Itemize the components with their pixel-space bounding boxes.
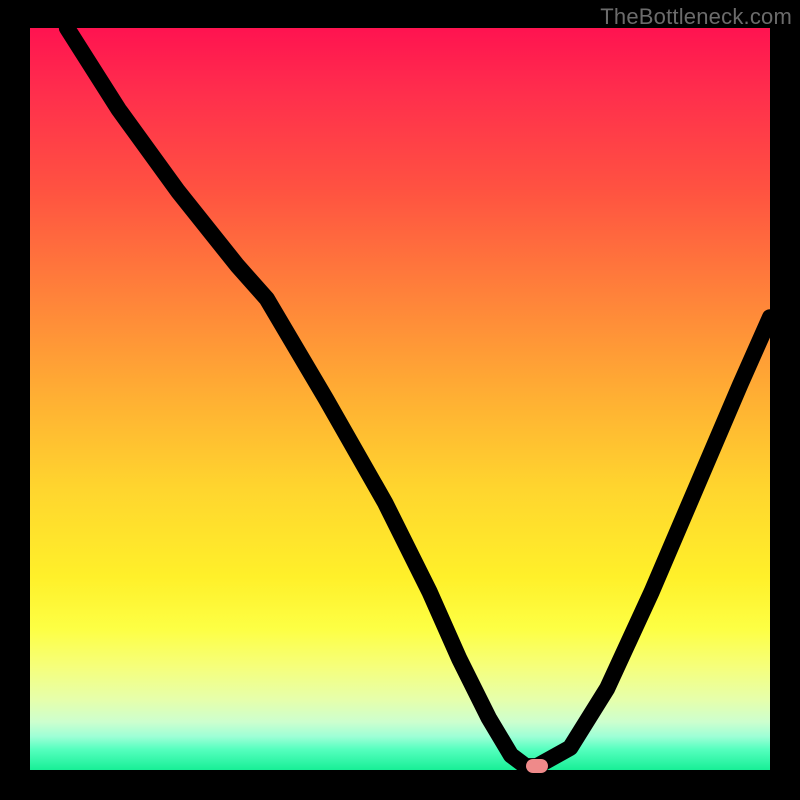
chart-stage: TheBottleneck.com — [0, 0, 800, 800]
plot-area — [30, 28, 770, 770]
optimal-marker — [526, 759, 548, 773]
bottleneck-curve — [30, 28, 770, 770]
curve-path — [67, 28, 770, 766]
watermark-text: TheBottleneck.com — [600, 4, 792, 30]
